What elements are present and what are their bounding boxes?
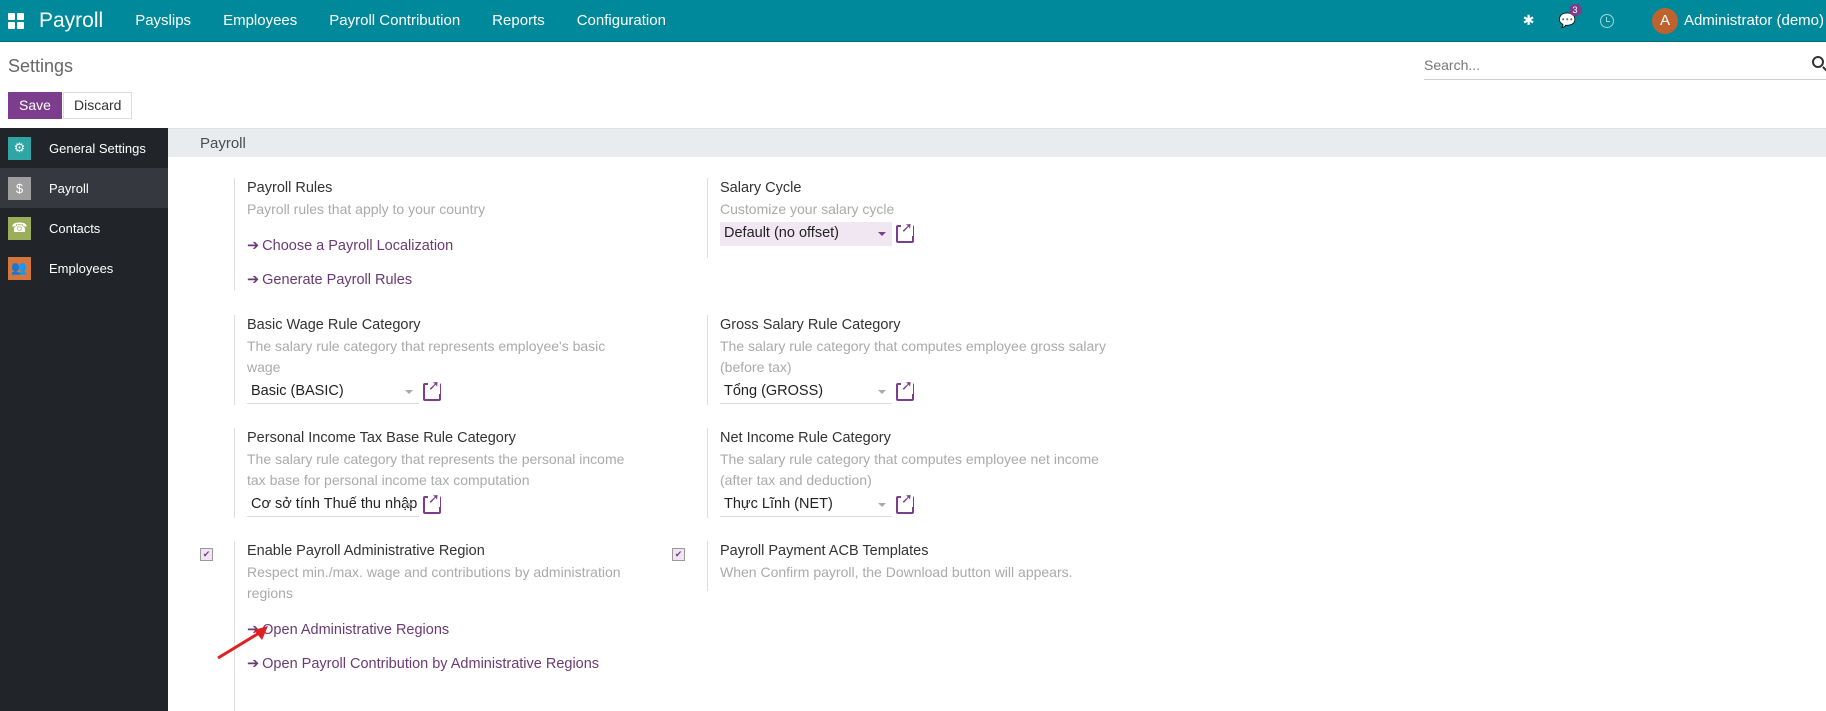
setting-admin-region: Enable Payroll Administrative Region Res… (234, 541, 634, 711)
open-contribution-regions-link[interactable]: ➔ Open Payroll Contribution by Administra… (247, 656, 634, 672)
generate-rules-link[interactable]: ➔ Generate Payroll Rules (247, 272, 634, 288)
chevron-down-icon (405, 503, 413, 507)
setting-title: Gross Salary Rule Category (720, 317, 901, 333)
setting-payroll-rules: Payroll Rules Payroll rules that apply t… (234, 178, 634, 290)
employees-icon: 👥 (8, 256, 31, 280)
external-link-icon[interactable] (896, 377, 914, 401)
sidebar-item-employees[interactable]: 👥 Employees (0, 248, 168, 288)
pit-base-select[interactable]: Cơ sở tính Thuế thu nhập (247, 493, 419, 517)
admin-region-checkbox[interactable]: ✔ (200, 548, 213, 561)
chevron-down-icon (878, 232, 886, 236)
arrow-right-icon: ➔ (247, 272, 260, 288)
setting-description: Payroll rules that apply to your country (247, 201, 486, 217)
settings-content: Payroll Payroll Rules Payroll rules that… (168, 128, 1826, 711)
menu-reports[interactable]: Reports (492, 12, 545, 29)
setting-title: Enable Payroll Administrative Region (247, 543, 485, 559)
setting-title: Payroll Rules (247, 180, 333, 196)
setting-title: Net Income Rule Category (720, 430, 891, 446)
setting-basic-wage: Basic Wage Rule Category The salary rule… (234, 315, 634, 405)
avatar[interactable]: A (1651, 7, 1678, 34)
salary-cycle-select[interactable]: Default (no offset) (720, 222, 892, 246)
discard-button[interactable]: Discard (63, 92, 133, 119)
setting-title: Payroll Payment ACB Templates (720, 543, 929, 559)
search-icon[interactable] (1812, 56, 1824, 68)
setting-salary-cycle: Salary Cycle Customize your salary cycle… (707, 178, 1127, 258)
search-box (1424, 52, 1826, 80)
sidebar-item-label: Employees (49, 260, 114, 276)
external-link-icon[interactable] (423, 377, 441, 401)
setting-pit-base: Personal Income Tax Base Rule Category T… (234, 428, 634, 518)
menu-payslips[interactable]: Payslips (135, 12, 191, 29)
setting-title: Personal Income Tax Base Rule Category (247, 430, 516, 446)
setting-description: When Confirm payroll, the Download butto… (720, 564, 1073, 580)
contacts-icon: ☎ (8, 216, 31, 240)
control-panel: Settings Save Discard (0, 42, 1826, 128)
menu-payroll-contribution[interactable]: Payroll Contribution (329, 12, 460, 29)
menu-employees[interactable]: Employees (223, 12, 297, 29)
setting-description: The salary rule category that represents… (247, 451, 625, 488)
basic-wage-select[interactable]: Basic (BASIC) (247, 380, 419, 404)
sidebar-item-general-settings[interactable]: ⚙ General Settings (0, 128, 168, 168)
setting-description: Respect min./max. wage and contributions… (247, 564, 621, 601)
page-title: Settings (8, 56, 74, 76)
chevron-down-icon (878, 390, 886, 394)
setting-description: The salary rule category that computes e… (720, 451, 1099, 488)
app-brand[interactable]: Payroll (39, 9, 103, 33)
setting-description: Customize your salary cycle (720, 201, 895, 217)
settings-sidebar: ⚙ General Settings $ Payroll ☎ Contacts … (0, 128, 168, 711)
activity-clock-icon[interactable] (1599, 13, 1614, 28)
choose-localization-link[interactable]: ➔ Choose a Payroll Localization (247, 238, 634, 254)
gear-icon: ⚙ (8, 136, 31, 160)
chevron-down-icon (878, 503, 886, 507)
open-admin-regions-link[interactable]: ➔ Open Administrative Regions (247, 622, 634, 638)
setting-description: The salary rule category that represents… (247, 338, 606, 375)
setting-title: Basic Wage Rule Category (247, 317, 421, 333)
setting-description: The salary rule category that computes e… (720, 338, 1106, 375)
sidebar-item-label: Contacts (49, 220, 101, 236)
payroll-icon: $ (8, 176, 31, 200)
external-link-icon[interactable] (423, 490, 441, 514)
chevron-down-icon (405, 390, 413, 394)
menu-configuration[interactable]: Configuration (577, 12, 666, 29)
gross-salary-select[interactable]: Tổng (GROSS) (720, 380, 892, 404)
sidebar-item-contacts[interactable]: ☎ Contacts (0, 208, 168, 248)
external-link-icon[interactable] (896, 219, 914, 243)
setting-acb-templates: Payroll Payment ACB Templates When Confi… (707, 541, 1127, 591)
annotation-arrow-icon (217, 626, 268, 660)
sidebar-item-label: Payroll (49, 180, 89, 196)
setting-gross-salary: Gross Salary Rule Category The salary ru… (707, 315, 1127, 405)
user-menu[interactable]: Administrator (demo) (1684, 12, 1824, 29)
apps-menu-icon[interactable] (8, 12, 24, 29)
debug-bug-icon[interactable]: ✱ (1523, 12, 1535, 29)
messages-icon[interactable]: 💬 3 (1559, 4, 1582, 29)
net-income-select[interactable]: Thực Lĩnh (NET) (720, 493, 892, 517)
messages-badge: 3 (1568, 4, 1582, 16)
sidebar-item-label: General Settings (49, 140, 146, 156)
acb-templates-checkbox[interactable]: ✔ (672, 548, 685, 561)
search-input[interactable] (1424, 52, 1784, 78)
save-button[interactable]: Save (8, 92, 62, 119)
section-title: Payroll (168, 128, 1826, 157)
top-navbar: Payroll Payslips Employees Payroll Contr… (0, 0, 1826, 42)
sidebar-item-payroll[interactable]: $ Payroll (0, 168, 168, 208)
setting-title: Salary Cycle (720, 180, 802, 196)
setting-net-income: Net Income Rule Category The salary rule… (707, 428, 1127, 518)
external-link-icon[interactable] (896, 490, 914, 514)
arrow-right-icon: ➔ (247, 238, 260, 254)
